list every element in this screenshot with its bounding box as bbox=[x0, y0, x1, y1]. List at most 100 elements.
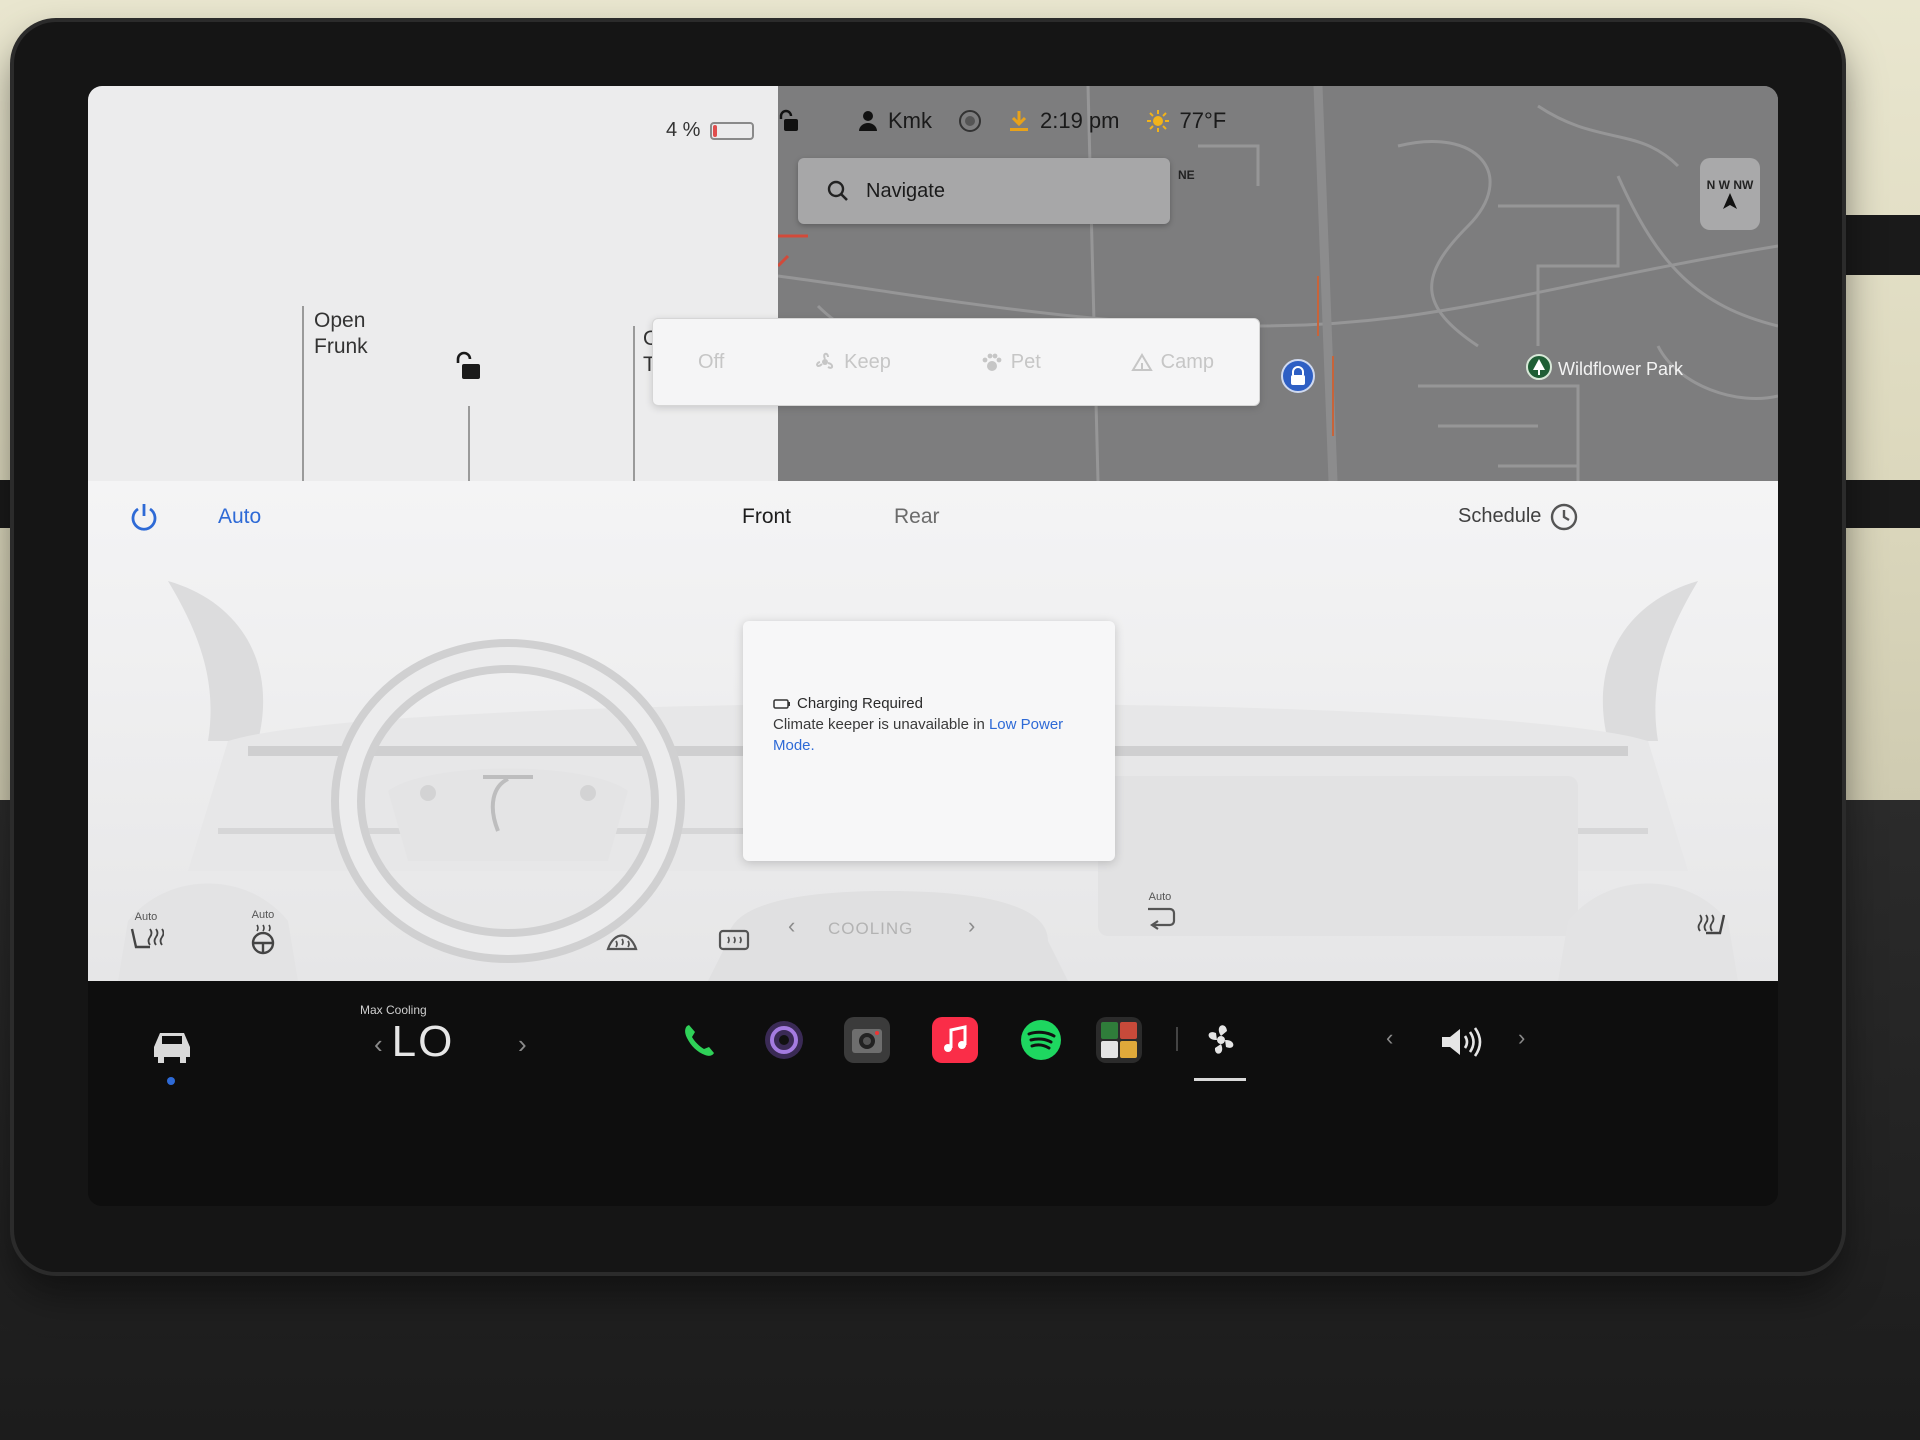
active-app-indicator bbox=[1194, 1078, 1246, 1081]
poi-label: Wildflower Park bbox=[1558, 358, 1684, 379]
rear-defrost-icon[interactable] bbox=[718, 929, 750, 955]
climate-panel: Auto Front Rear Schedule Charging Requir… bbox=[88, 481, 1778, 981]
mode-pet-button[interactable]: Pet bbox=[981, 351, 1041, 374]
fan-icon bbox=[816, 352, 834, 369]
mode-camp-label: Camp bbox=[1160, 350, 1215, 373]
power-icon[interactable] bbox=[128, 501, 160, 533]
cooling-prev-chevron-icon[interactable]: ‹ bbox=[788, 913, 795, 939]
paw-icon bbox=[982, 353, 1002, 371]
time-label: 2:19 pm bbox=[1040, 108, 1120, 133]
camera-app-button[interactable] bbox=[761, 1017, 807, 1063]
sentry-button[interactable] bbox=[958, 109, 982, 133]
mode-off-label: Off bbox=[697, 350, 725, 373]
front-defrost-icon[interactable] bbox=[606, 929, 638, 955]
notice-title: Charging Required bbox=[797, 695, 923, 712]
poi-wildflower-park[interactable]: Wildflower Park bbox=[1526, 354, 1683, 384]
mode-camp-button[interactable]: Camp bbox=[1130, 350, 1215, 374]
weather-display: 77°F bbox=[1146, 108, 1227, 134]
battery-percent: 4 % bbox=[666, 119, 701, 141]
frunk-open-text: Open bbox=[314, 309, 366, 332]
recirculation-icon bbox=[1148, 907, 1176, 930]
navigation-arrow-icon bbox=[1723, 193, 1737, 209]
climate-app-button[interactable] bbox=[1198, 1017, 1244, 1063]
climate-header: Auto Front Rear Schedule bbox=[88, 481, 1778, 555]
time-display: 2:19 pm bbox=[1008, 108, 1120, 134]
mode-off-button[interactable]: Off bbox=[698, 351, 724, 374]
heading-label: NE bbox=[1178, 168, 1195, 182]
cooling-next-chevron-icon[interactable]: › bbox=[968, 913, 975, 939]
recirculation-button[interactable]: Auto bbox=[1144, 891, 1176, 938]
notice-body: Climate keeper is unavailable in Low Pow… bbox=[773, 714, 1089, 756]
map-roads bbox=[778, 86, 1778, 481]
car-status-dot bbox=[167, 1077, 175, 1085]
volume-icon[interactable] bbox=[1438, 1025, 1482, 1059]
temperature-control[interactable]: Max Cooling LO bbox=[328, 1003, 518, 1067]
steering-heater-icon bbox=[251, 924, 275, 955]
spotify-app-button[interactable] bbox=[1018, 1017, 1064, 1063]
tab-front[interactable]: Front bbox=[742, 505, 791, 529]
music-app-button[interactable] bbox=[932, 1017, 978, 1063]
charger-pin-icon[interactable] bbox=[1280, 358, 1316, 394]
person-icon bbox=[859, 111, 877, 131]
touchscreen: 4 % Open Frunk Open Trunk bbox=[88, 86, 1778, 1206]
notice-title-row: Charging Required bbox=[773, 693, 1089, 714]
phone-icon bbox=[685, 1025, 714, 1056]
phone-app-button[interactable] bbox=[676, 1017, 722, 1063]
camera-app-icon bbox=[765, 1021, 803, 1059]
temp-value: LO bbox=[391, 1017, 455, 1066]
open-frunk-button[interactable]: Open Frunk bbox=[314, 308, 368, 360]
navigate-search[interactable]: Navigate bbox=[798, 158, 1170, 224]
toybox-app-button[interactable] bbox=[1096, 1017, 1142, 1063]
auto-button[interactable]: Auto bbox=[218, 505, 261, 529]
seat-heater-icon bbox=[130, 928, 165, 949]
photo-vent-bar bbox=[1830, 215, 1920, 275]
mode-keep-label: Keep bbox=[844, 350, 891, 373]
car-icon[interactable] bbox=[148, 1025, 196, 1065]
spotify-icon bbox=[1021, 1020, 1061, 1060]
dashcam-app-button[interactable] bbox=[844, 1017, 890, 1063]
tent-icon bbox=[1130, 353, 1153, 371]
fan-icon bbox=[1208, 1025, 1234, 1054]
car-visualization-panel: 4 % Open Frunk Open Trunk bbox=[88, 86, 778, 486]
unlocked-icon[interactable] bbox=[454, 351, 482, 381]
clock-icon[interactable] bbox=[1548, 501, 1580, 533]
mode-keep-button[interactable]: Keep bbox=[814, 351, 891, 374]
schedule-button[interactable]: Schedule bbox=[1458, 505, 1541, 528]
mode-pet-label: Pet bbox=[1010, 350, 1041, 373]
search-icon bbox=[827, 180, 848, 201]
tab-rear[interactable]: Rear bbox=[894, 505, 940, 529]
wheel-auto-label: Auto bbox=[251, 909, 275, 921]
car-outline-line bbox=[302, 306, 304, 486]
passenger-seat-heater-icon[interactable] bbox=[1696, 911, 1728, 941]
battery-small-icon bbox=[773, 698, 790, 709]
dock-divider bbox=[1176, 1027, 1178, 1051]
sun-icon bbox=[1146, 110, 1169, 132]
status-bar: Kmk 2:19 pm 77°F bbox=[778, 98, 1226, 144]
profile-name: Kmk bbox=[888, 108, 932, 133]
lock-status-icon bbox=[779, 109, 798, 131]
steering-heater-button[interactable]: Auto bbox=[248, 909, 278, 960]
map-panel[interactable]: NE bbox=[778, 86, 1778, 481]
notice-body-text: Climate keeper is unavailable in bbox=[773, 716, 989, 733]
volume-down-chevron-icon[interactable]: ‹ bbox=[1386, 1025, 1393, 1051]
car-outline-line bbox=[468, 406, 470, 486]
sentry-icon bbox=[959, 110, 981, 132]
battery-icon bbox=[710, 121, 755, 140]
temp-up-chevron-icon[interactable]: › bbox=[518, 1029, 527, 1060]
compass-letters: N W NW bbox=[1706, 178, 1754, 192]
charging-required-notice: Charging Required Climate keeper is unav… bbox=[743, 621, 1115, 861]
battery-fill bbox=[713, 124, 717, 137]
volume-up-chevron-icon[interactable]: › bbox=[1518, 1025, 1525, 1051]
bottom-dock: ‹ Max Cooling LO › ‹ › bbox=[88, 981, 1778, 1206]
lock-status[interactable] bbox=[778, 109, 800, 133]
frunk-label: Frunk bbox=[314, 335, 368, 358]
navigate-placeholder: Navigate bbox=[866, 179, 945, 202]
battery-status: 4 % bbox=[666, 119, 755, 142]
music-icon bbox=[944, 1025, 967, 1052]
temperature-label: 77°F bbox=[1179, 108, 1227, 133]
driver-seat-heater-button[interactable]: Auto bbox=[128, 911, 165, 960]
compass-button[interactable]: N W NW bbox=[1700, 158, 1760, 230]
download-icon[interactable] bbox=[1008, 109, 1030, 133]
seat-auto-label: Auto bbox=[134, 911, 158, 923]
profile-button[interactable]: Kmk bbox=[858, 108, 932, 134]
